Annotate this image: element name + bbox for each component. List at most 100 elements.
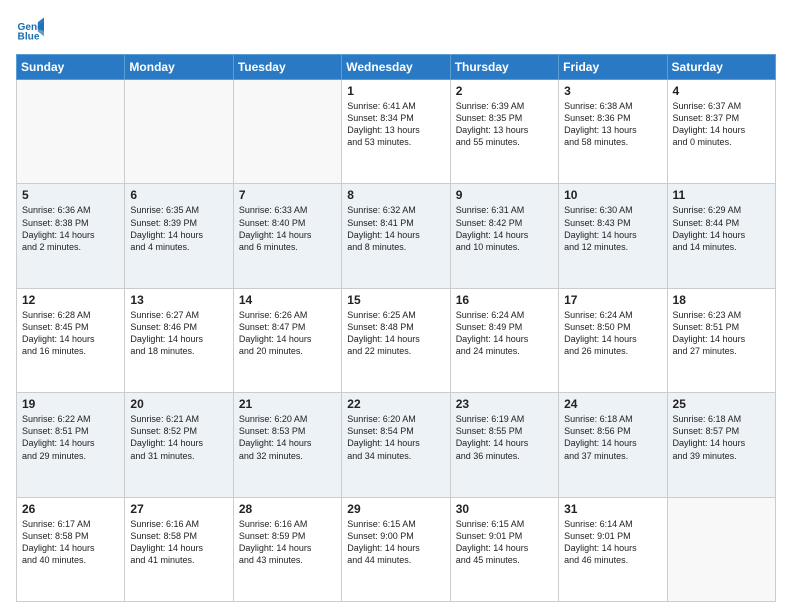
day-number: 14 [239, 293, 336, 307]
calendar-cell: 14 Sunrise: 6:26 AM Sunset: 8:47 PM Dayli… [233, 288, 341, 392]
calendar-week-row: 1Sunrise: 6:41 AM Sunset: 8:34 PM Daylig… [17, 80, 776, 184]
cell-info: Sunrise: 6:31 AM Sunset: 8:42 PM Dayligh… [456, 204, 553, 253]
calendar-cell: 9 Sunrise: 6:31 AM Sunset: 8:42 PM Daylig… [450, 184, 558, 288]
day-number: 5 [22, 188, 119, 202]
cell-info: Sunrise: 6:24 AM Sunset: 8:50 PM Dayligh… [564, 309, 661, 358]
cell-info: Sunrise: 6:21 AM Sunset: 8:52 PM Dayligh… [130, 413, 227, 462]
day-number: 10 [564, 188, 661, 202]
header-cell-monday: Monday [125, 55, 233, 80]
day-number: 20 [130, 397, 227, 411]
calendar-cell: 17 Sunrise: 6:24 AM Sunset: 8:50 PM Dayli… [559, 288, 667, 392]
calendar-cell: 10 Sunrise: 6:30 AM Sunset: 8:43 PM Dayli… [559, 184, 667, 288]
calendar-header-row: SundayMondayTuesdayWednesdayThursdayFrid… [17, 55, 776, 80]
calendar-body: 1Sunrise: 6:41 AM Sunset: 8:34 PM Daylig… [17, 80, 776, 602]
calendar-cell: 20 Sunrise: 6:21 AM Sunset: 8:52 PM Dayli… [125, 393, 233, 497]
day-number: 8 [347, 188, 444, 202]
calendar-cell: 22 Sunrise: 6:20 AM Sunset: 8:54 PM Dayli… [342, 393, 450, 497]
logo: General Blue [16, 16, 48, 44]
cell-info: Sunrise: 6:20 AM Sunset: 8:53 PM Dayligh… [239, 413, 336, 462]
day-number: 6 [130, 188, 227, 202]
logo-icon: General Blue [16, 16, 44, 44]
calendar-cell: 6 Sunrise: 6:35 AM Sunset: 8:39 PM Daylig… [125, 184, 233, 288]
calendar-cell: 3 Sunrise: 6:38 AM Sunset: 8:36 PM Daylig… [559, 80, 667, 184]
day-number: 28 [239, 502, 336, 516]
calendar-cell: 16 Sunrise: 6:24 AM Sunset: 8:49 PM Dayli… [450, 288, 558, 392]
calendar-cell: 8 Sunrise: 6:32 AM Sunset: 8:41 PM Daylig… [342, 184, 450, 288]
day-number: 18 [673, 293, 770, 307]
calendar-cell: 23Sunrise: 6:19 AM Sunset: 8:55 PM Dayli… [450, 393, 558, 497]
cell-info: Sunrise: 6:32 AM Sunset: 8:41 PM Dayligh… [347, 204, 444, 253]
day-number: 16 [456, 293, 553, 307]
day-number: 21 [239, 397, 336, 411]
cell-info: Sunrise: 6:15 AM Sunset: 9:00 PM Dayligh… [347, 518, 444, 567]
cell-info: Sunrise: 6:27 AM Sunset: 8:46 PM Dayligh… [130, 309, 227, 358]
day-number: 1 [347, 84, 444, 98]
calendar-cell: 19 Sunrise: 6:22 AM Sunset: 8:51 PM Dayli… [17, 393, 125, 497]
day-number: 27 [130, 502, 227, 516]
cell-info: Sunrise: 6:39 AM Sunset: 8:35 PM Dayligh… [456, 100, 553, 149]
calendar-cell: 5 Sunrise: 6:36 AM Sunset: 8:38 PM Daylig… [17, 184, 125, 288]
calendar-table: SundayMondayTuesdayWednesdayThursdayFrid… [16, 54, 776, 602]
day-number: 17 [564, 293, 661, 307]
calendar-cell: 25 Sunrise: 6:18 AM Sunset: 8:57 PM Dayli… [667, 393, 775, 497]
cell-info: Sunrise: 6:29 AM Sunset: 8:44 PM Dayligh… [673, 204, 770, 253]
header-cell-thursday: Thursday [450, 55, 558, 80]
calendar-cell [233, 80, 341, 184]
calendar-cell [125, 80, 233, 184]
cell-info: Sunrise: 6:33 AM Sunset: 8:40 PM Dayligh… [239, 204, 336, 253]
day-number: 2 [456, 84, 553, 98]
cell-info: Sunrise: 6:20 AM Sunset: 8:54 PM Dayligh… [347, 413, 444, 462]
cell-info: Sunrise: 6:23 AM Sunset: 8:51 PM Dayligh… [673, 309, 770, 358]
calendar-cell: 1Sunrise: 6:41 AM Sunset: 8:34 PM Daylig… [342, 80, 450, 184]
calendar-cell: 31 Sunrise: 6:14 AM Sunset: 9:01 PM Dayli… [559, 497, 667, 601]
calendar-week-row: 19 Sunrise: 6:22 AM Sunset: 8:51 PM Dayli… [17, 393, 776, 497]
day-number: 4 [673, 84, 770, 98]
cell-info: Sunrise: 6:15 AM Sunset: 9:01 PM Dayligh… [456, 518, 553, 567]
day-number: 19 [22, 397, 119, 411]
calendar-week-row: 26Sunrise: 6:17 AM Sunset: 8:58 PM Dayli… [17, 497, 776, 601]
header-cell-sunday: Sunday [17, 55, 125, 80]
day-number: 25 [673, 397, 770, 411]
calendar-cell: 29 Sunrise: 6:15 AM Sunset: 9:00 PM Dayli… [342, 497, 450, 601]
cell-info: Sunrise: 6:26 AM Sunset: 8:47 PM Dayligh… [239, 309, 336, 358]
day-number: 30 [456, 502, 553, 516]
day-number: 13 [130, 293, 227, 307]
cell-info: Sunrise: 6:28 AM Sunset: 8:45 PM Dayligh… [22, 309, 119, 358]
day-number: 11 [673, 188, 770, 202]
cell-info: Sunrise: 6:30 AM Sunset: 8:43 PM Dayligh… [564, 204, 661, 253]
calendar-cell [667, 497, 775, 601]
header-cell-wednesday: Wednesday [342, 55, 450, 80]
calendar-cell: 13 Sunrise: 6:27 AM Sunset: 8:46 PM Dayli… [125, 288, 233, 392]
day-number: 15 [347, 293, 444, 307]
cell-info: Sunrise: 6:16 AM Sunset: 8:58 PM Dayligh… [130, 518, 227, 567]
cell-info: Sunrise: 6:22 AM Sunset: 8:51 PM Dayligh… [22, 413, 119, 462]
day-number: 9 [456, 188, 553, 202]
day-number: 12 [22, 293, 119, 307]
header-cell-tuesday: Tuesday [233, 55, 341, 80]
calendar-cell: 18 Sunrise: 6:23 AM Sunset: 8:51 PM Dayli… [667, 288, 775, 392]
day-number: 29 [347, 502, 444, 516]
cell-info: Sunrise: 6:18 AM Sunset: 8:56 PM Dayligh… [564, 413, 661, 462]
day-number: 31 [564, 502, 661, 516]
day-number: 3 [564, 84, 661, 98]
calendar-cell: 15Sunrise: 6:25 AM Sunset: 8:48 PM Dayli… [342, 288, 450, 392]
header-cell-saturday: Saturday [667, 55, 775, 80]
calendar-cell: 7Sunrise: 6:33 AM Sunset: 8:40 PM Daylig… [233, 184, 341, 288]
calendar-cell: 30 Sunrise: 6:15 AM Sunset: 9:01 PM Dayli… [450, 497, 558, 601]
cell-info: Sunrise: 6:37 AM Sunset: 8:37 PM Dayligh… [673, 100, 770, 149]
day-number: 23 [456, 397, 553, 411]
cell-info: Sunrise: 6:36 AM Sunset: 8:38 PM Dayligh… [22, 204, 119, 253]
cell-info: Sunrise: 6:14 AM Sunset: 9:01 PM Dayligh… [564, 518, 661, 567]
day-number: 22 [347, 397, 444, 411]
cell-info: Sunrise: 6:18 AM Sunset: 8:57 PM Dayligh… [673, 413, 770, 462]
calendar-cell: 28Sunrise: 6:16 AM Sunset: 8:59 PM Dayli… [233, 497, 341, 601]
cell-info: Sunrise: 6:35 AM Sunset: 8:39 PM Dayligh… [130, 204, 227, 253]
cell-info: Sunrise: 6:24 AM Sunset: 8:49 PM Dayligh… [456, 309, 553, 358]
calendar-cell: 24 Sunrise: 6:18 AM Sunset: 8:56 PM Dayli… [559, 393, 667, 497]
header: General Blue [16, 16, 776, 44]
calendar-cell: 4 Sunrise: 6:37 AM Sunset: 8:37 PM Daylig… [667, 80, 775, 184]
calendar-cell: 12 Sunrise: 6:28 AM Sunset: 8:45 PM Dayli… [17, 288, 125, 392]
day-number: 24 [564, 397, 661, 411]
calendar-cell: 2 Sunrise: 6:39 AM Sunset: 8:35 PM Daylig… [450, 80, 558, 184]
cell-info: Sunrise: 6:38 AM Sunset: 8:36 PM Dayligh… [564, 100, 661, 149]
